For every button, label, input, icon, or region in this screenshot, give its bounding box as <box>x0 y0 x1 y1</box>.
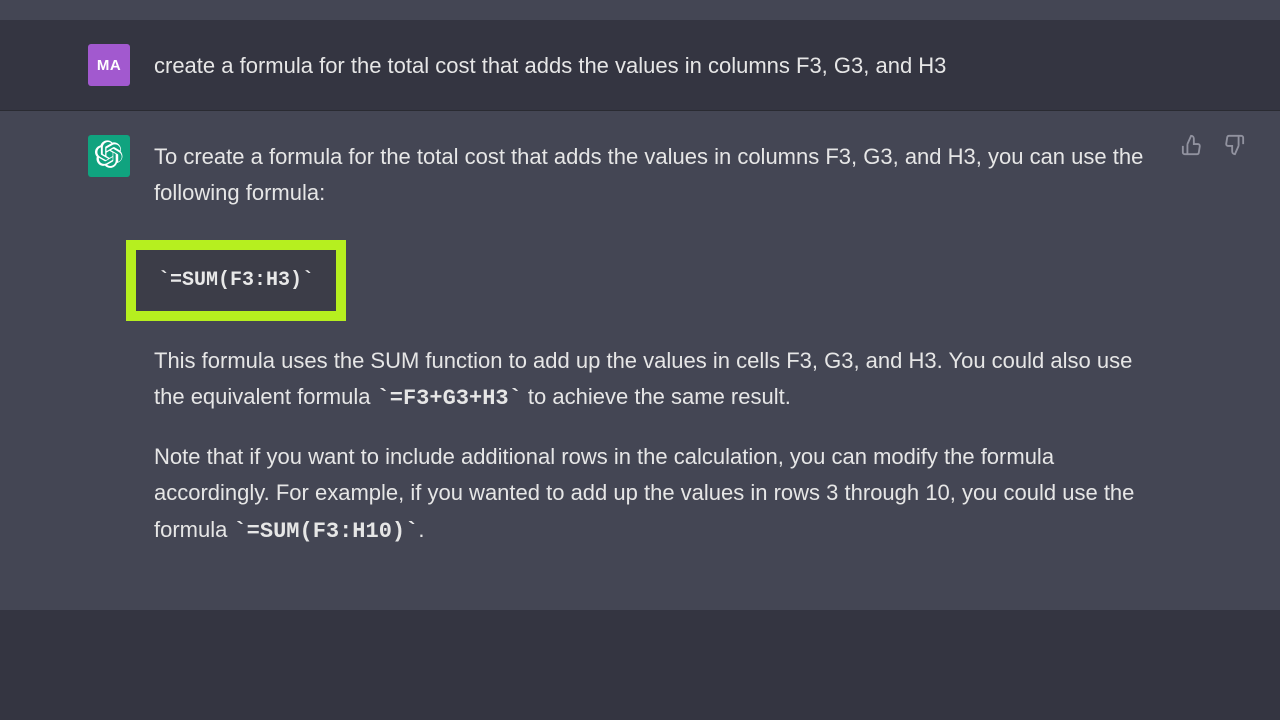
para2-code: `=F3+G3+H3` <box>377 386 522 411</box>
assistant-message-content: To create a formula for the total cost t… <box>154 135 1154 550</box>
para2-post: to achieve the same result. <box>522 384 791 409</box>
formula-highlight-box: `=SUM(F3:H3)` <box>126 240 346 321</box>
user-avatar: MA <box>88 44 130 86</box>
user-avatar-initials: MA <box>97 57 121 74</box>
formula-highlight-text: `=SUM(F3:H3)` <box>158 269 314 292</box>
assistant-para-2: This formula uses the SUM function to ad… <box>154 343 1154 418</box>
assistant-avatar <box>88 135 130 177</box>
thumbs-up-icon <box>1181 134 1203 161</box>
para3-code: `=SUM(F3:H10)` <box>233 519 418 544</box>
assistant-para-3: Note that if you want to include additio… <box>154 439 1154 550</box>
thumbs-down-button[interactable] <box>1220 133 1248 161</box>
user-message-text: create a formula for the total cost that… <box>154 48 1154 84</box>
user-message-row: MA create a formula for the total cost t… <box>0 20 1280 111</box>
thumbs-up-button[interactable] <box>1178 133 1206 161</box>
thumbs-down-icon <box>1223 134 1245 161</box>
bottom-edge <box>0 702 1280 720</box>
openai-icon <box>95 140 123 173</box>
user-message-content: create a formula for the total cost that… <box>154 44 1154 86</box>
assistant-message-row: To create a formula for the total cost t… <box>0 111 1280 610</box>
feedback-controls <box>1178 133 1248 161</box>
assistant-intro-text: To create a formula for the total cost t… <box>154 139 1154 212</box>
para3-post: . <box>418 517 424 542</box>
previous-message-edge <box>0 0 1280 20</box>
